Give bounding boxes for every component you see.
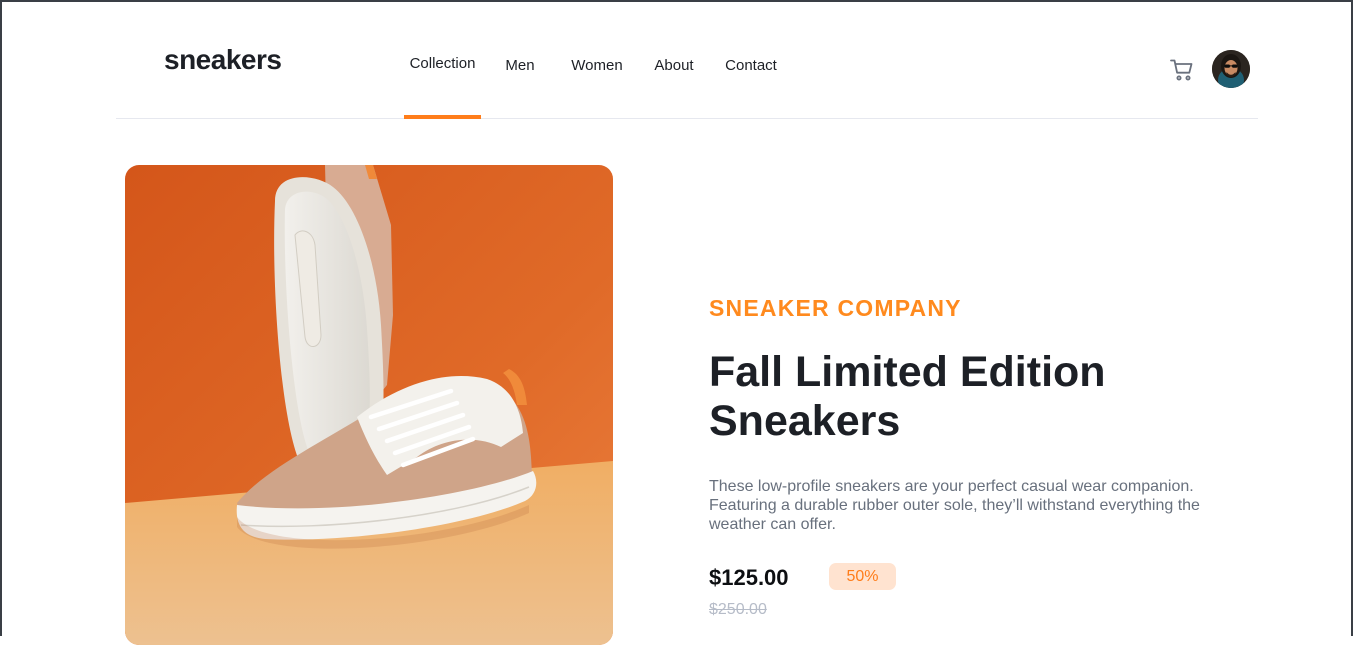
active-nav-underline xyxy=(404,115,481,119)
company-name: SNEAKER COMPANY xyxy=(709,295,962,321)
nav-item-women[interactable]: Women xyxy=(568,2,626,118)
cart-icon xyxy=(1170,59,1193,81)
original-price: $250.00 xyxy=(709,601,767,618)
nav-item-collection[interactable]: Collection xyxy=(404,2,481,119)
cart-button[interactable] xyxy=(1170,58,1194,82)
nav-item-about[interactable]: About xyxy=(651,2,697,118)
site-header: sneakers Collection Men Women About Cont… xyxy=(116,2,1258,119)
nav-item-label: Collection xyxy=(409,55,476,72)
product-image[interactable] xyxy=(125,165,613,645)
logo[interactable]: sneakers xyxy=(164,44,282,76)
product-description: These low-profile sneakers are your perf… xyxy=(709,478,1200,533)
avatar[interactable] xyxy=(1212,50,1250,88)
current-price: $125.00 xyxy=(709,565,789,590)
nav-item-men[interactable]: Men xyxy=(499,2,541,118)
nav-item-label: Contact xyxy=(725,57,777,74)
product-title: Fall Limited Edition Sneakers xyxy=(709,348,1106,445)
nav-item-contact[interactable]: Contact xyxy=(723,2,779,118)
nav-item-label: Women xyxy=(571,57,623,74)
nav-item-label: About xyxy=(654,57,694,74)
discount-badge: 50% xyxy=(829,563,896,590)
nav-item-label: Men xyxy=(505,57,535,74)
